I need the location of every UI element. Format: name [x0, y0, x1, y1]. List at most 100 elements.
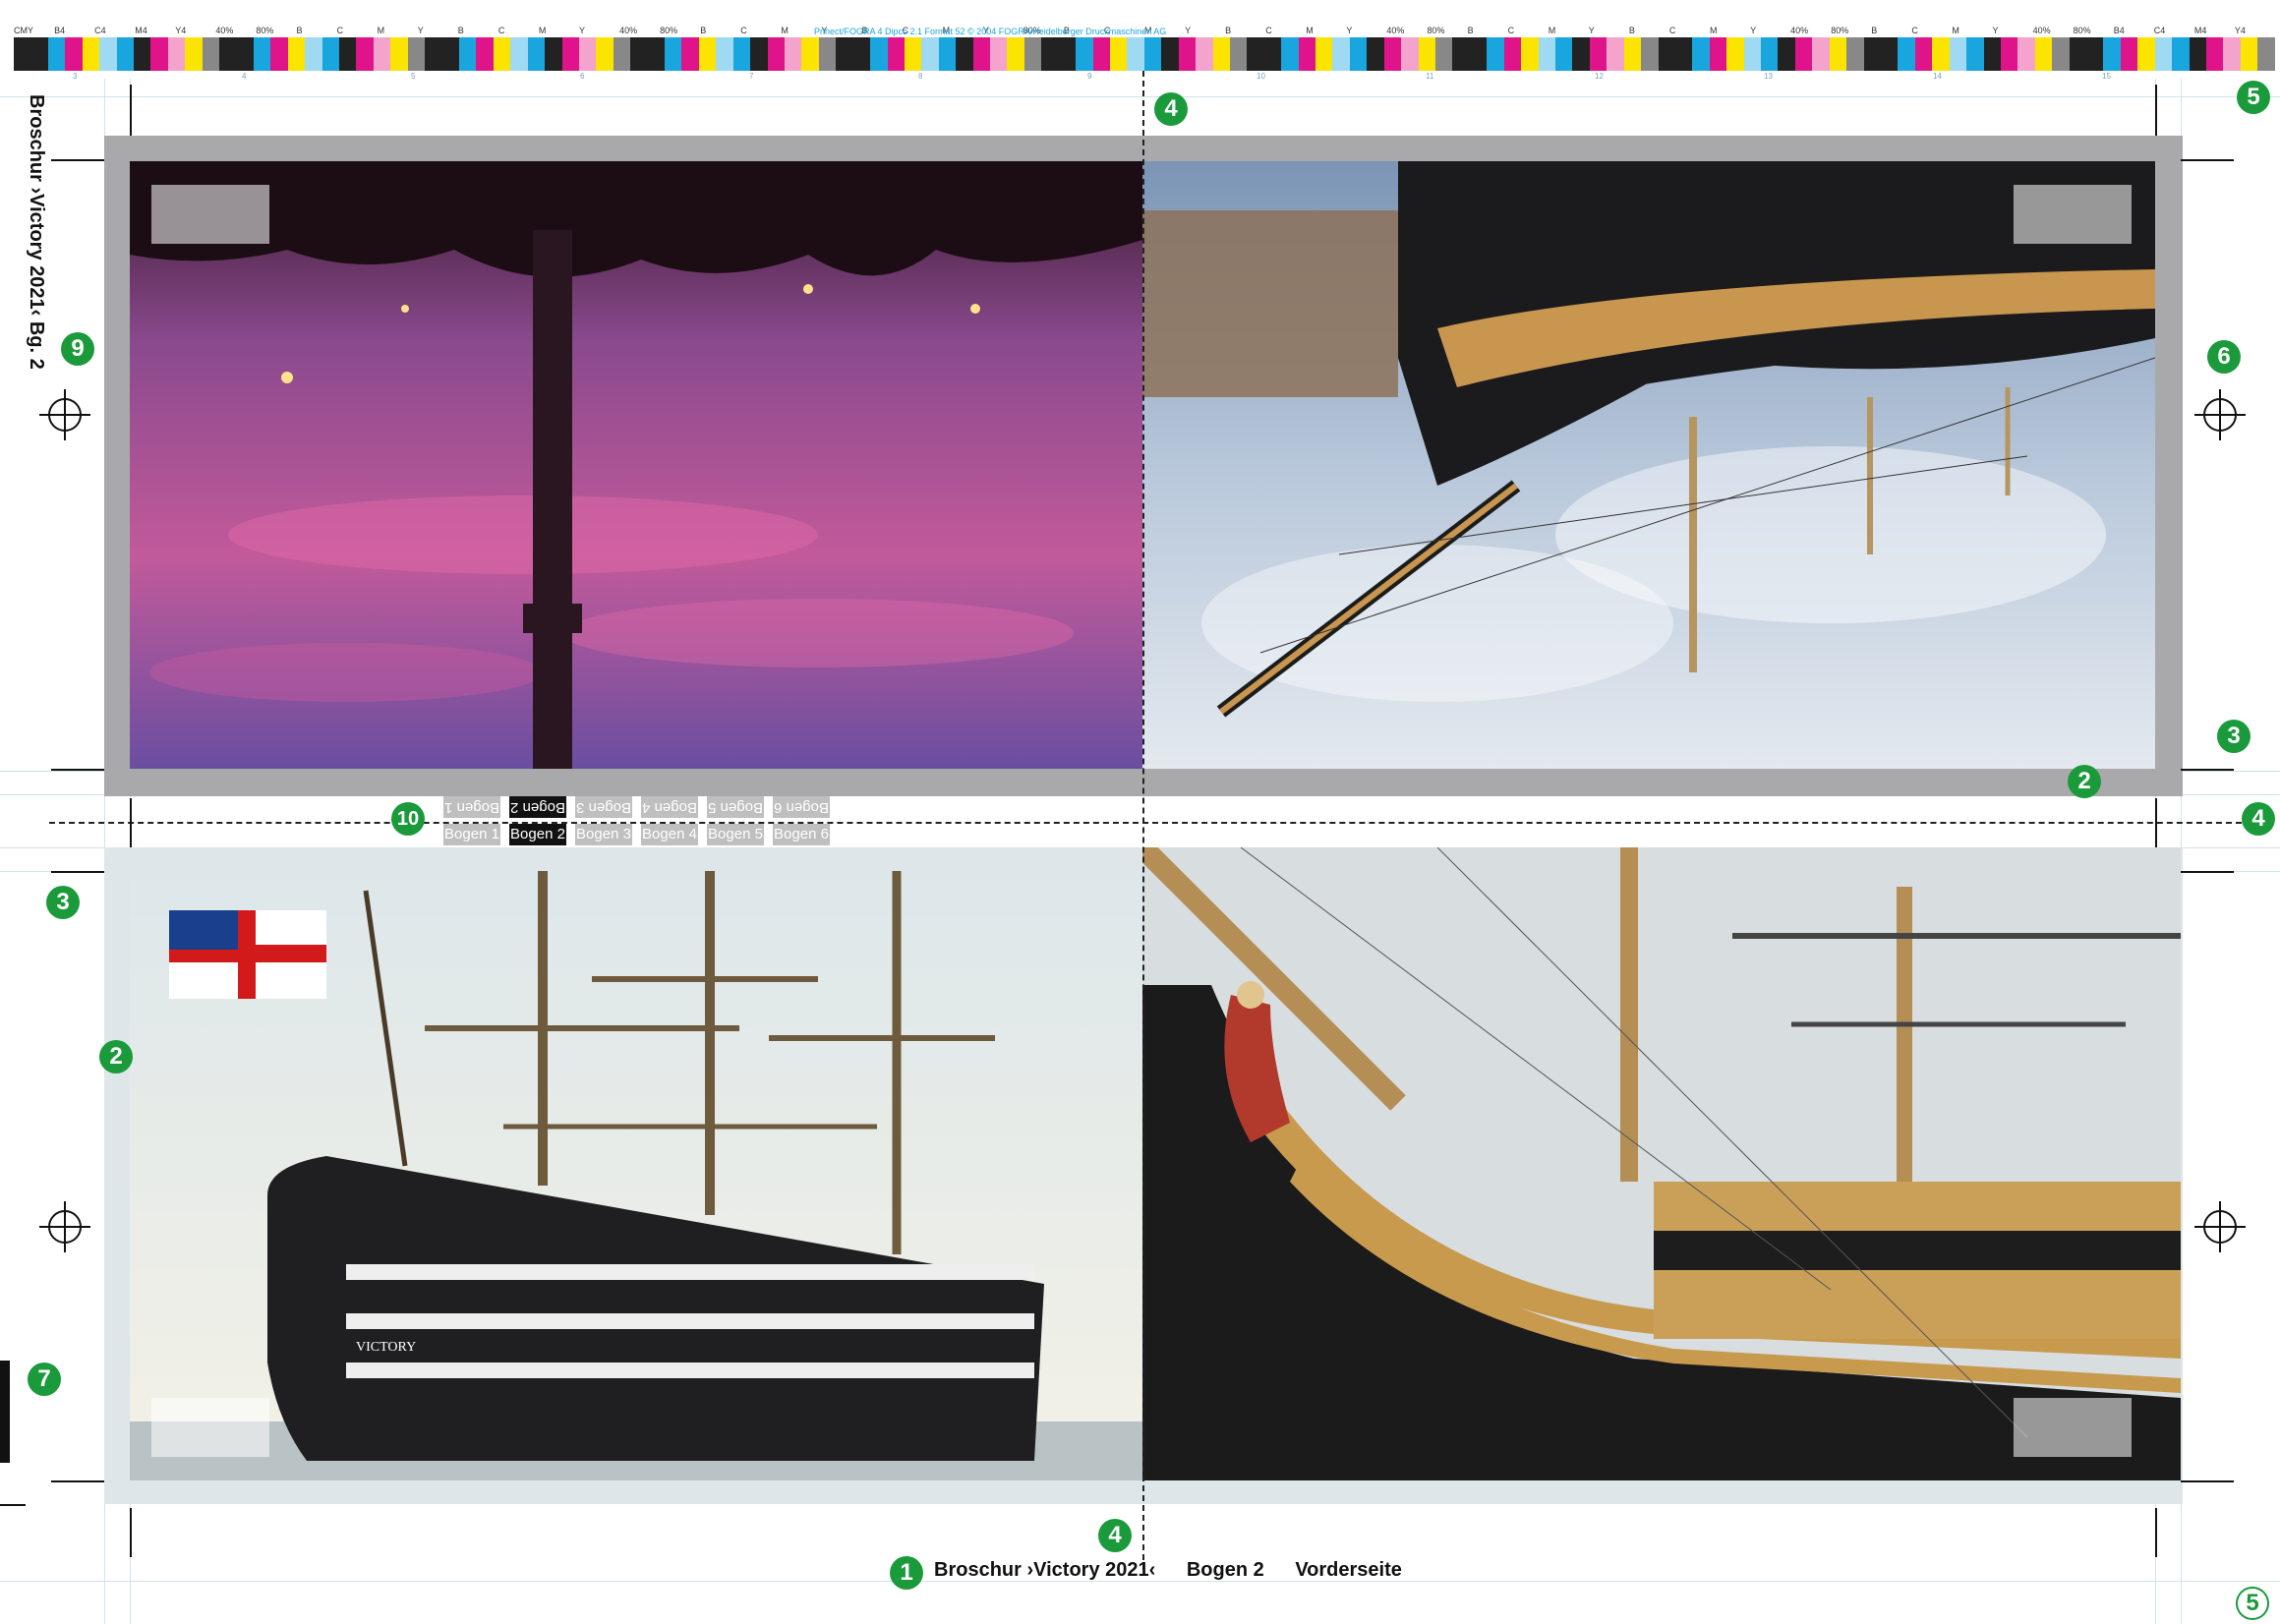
placeholder-box	[2014, 185, 2132, 244]
color-patch	[1607, 37, 1624, 71]
color-patch	[1949, 37, 1967, 71]
crop-mark	[130, 85, 132, 136]
color-patch	[2034, 37, 2053, 71]
colorbar-label: M	[1952, 26, 1959, 35]
colorbar-label: 80%	[660, 26, 678, 35]
color-patch	[167, 37, 186, 71]
bogen-tab-3: Bogen 3	[575, 824, 632, 845]
sheet-side-label: Broschur ›Victory 2021‹ Bg. 2	[14, 94, 53, 389]
colorbar-label: B	[700, 26, 707, 35]
color-patch	[2017, 37, 2035, 71]
color-patch	[1966, 37, 1984, 71]
color-patch	[185, 37, 203, 71]
colorbar-zone-number: 11	[1426, 72, 1434, 81]
colorbar-label: M	[1710, 26, 1718, 35]
colorbar-label: Y	[1185, 26, 1192, 35]
color-patch	[47, 37, 66, 71]
color-patch	[1554, 37, 1573, 71]
color-patch	[561, 37, 579, 71]
color-patch	[972, 37, 991, 71]
color-patch	[545, 37, 562, 71]
colorbar-label: 40%	[1386, 26, 1405, 35]
color-patch	[253, 37, 271, 71]
colorbar-label: M	[1548, 26, 1556, 35]
color-patch	[322, 37, 340, 71]
marker-badge-3: 3	[2217, 720, 2251, 753]
colorbar-caption: Prinect/FOGRA 4 Dipco 2.1 Format 52 © 20…	[814, 27, 1167, 36]
crop-mark	[2181, 159, 2234, 161]
colorbar-zone-number: 5	[411, 72, 416, 81]
color-patch	[1743, 37, 1762, 71]
color-patch	[904, 37, 922, 71]
colorbar-label: 80%	[256, 26, 274, 35]
marker-badge-6: 6	[2207, 340, 2241, 374]
color-patch	[2154, 37, 2173, 71]
colorbar-label: Y4	[175, 26, 187, 35]
colorbar-label: 40%	[215, 26, 234, 35]
color-patch	[2069, 37, 2087, 71]
slug-title: Broschur ›Victory 2021‹	[934, 1559, 1156, 1581]
colorbar-label: M	[781, 26, 789, 35]
photo-hms-victory-modern	[1142, 847, 2181, 1480]
color-patch	[1401, 37, 1419, 71]
color-patch	[2103, 37, 2121, 71]
color-patch	[2240, 37, 2258, 71]
color-patch	[1658, 37, 1675, 71]
color-patch	[2172, 37, 2190, 71]
colorbar-zone-number: 13	[1764, 72, 1773, 81]
photo-hms-victory-vintage: VICTORY	[130, 871, 1142, 1480]
color-patch	[270, 37, 288, 71]
color-patch	[2120, 37, 2138, 71]
marker-badge-5: 5	[2237, 81, 2270, 114]
marker-badge-2: 2	[99, 1040, 133, 1073]
bogen-tab-1: Bogen 1	[443, 824, 500, 845]
marker-badge-5-outline: 5	[2236, 1587, 2269, 1620]
colorbar-label: CMY	[14, 26, 33, 35]
side-guide-mark	[0, 1361, 10, 1463]
colorbar-label: 80%	[1831, 26, 1849, 35]
color-control-strip	[14, 37, 2275, 71]
color-patch	[1007, 37, 1024, 71]
color-patch	[1589, 37, 1608, 71]
colorbar-label: B4	[54, 26, 66, 35]
color-patch	[887, 37, 905, 71]
color-patch	[1281, 37, 1299, 71]
sheet-slug: Broschur ›Victory 2021‹ Bogen 2 Vorderse…	[934, 1559, 1428, 1582]
colorbar-label: M	[538, 26, 547, 35]
registration-mark-icon	[2194, 389, 2246, 440]
color-patch	[1383, 37, 1402, 71]
colorbar-zone-number: 6	[580, 72, 585, 81]
marker-badge-7: 7	[28, 1363, 61, 1396]
color-patch	[1778, 37, 1795, 71]
color-patch	[527, 37, 546, 71]
color-patch	[1812, 37, 1830, 71]
color-patch	[1487, 37, 1504, 71]
colorbar-label: B	[1628, 26, 1635, 35]
color-patch	[236, 37, 254, 71]
color-patch	[801, 37, 819, 71]
crop-mark	[0, 1504, 26, 1506]
colorbar-zone-number: 3	[73, 72, 78, 81]
color-patch	[1349, 37, 1368, 71]
colorbar-label: Y	[1750, 26, 1757, 35]
colorbar-label: C	[1668, 26, 1676, 35]
colorbar-label: M	[377, 26, 385, 35]
color-patch	[1058, 37, 1077, 71]
color-patch	[2052, 37, 2070, 71]
photo-ship-rigging-sky	[1142, 161, 2155, 769]
color-patch	[578, 37, 597, 71]
color-patch	[287, 37, 306, 71]
colorbar-label: C	[336, 26, 344, 35]
crop-mark	[2181, 1480, 2234, 1482]
crop-mark	[51, 871, 104, 873]
color-patch	[1932, 37, 1950, 71]
color-patch	[1315, 37, 1333, 71]
color-patch	[1983, 37, 2001, 71]
color-patch	[647, 37, 666, 71]
colorbar-label: Y	[1588, 26, 1595, 35]
color-patch	[698, 37, 717, 71]
colorbar-label: B	[1225, 26, 1232, 35]
color-patch	[2000, 37, 2018, 71]
bogen-tab-6: Bogen 6	[773, 824, 830, 845]
color-patch	[630, 37, 648, 71]
